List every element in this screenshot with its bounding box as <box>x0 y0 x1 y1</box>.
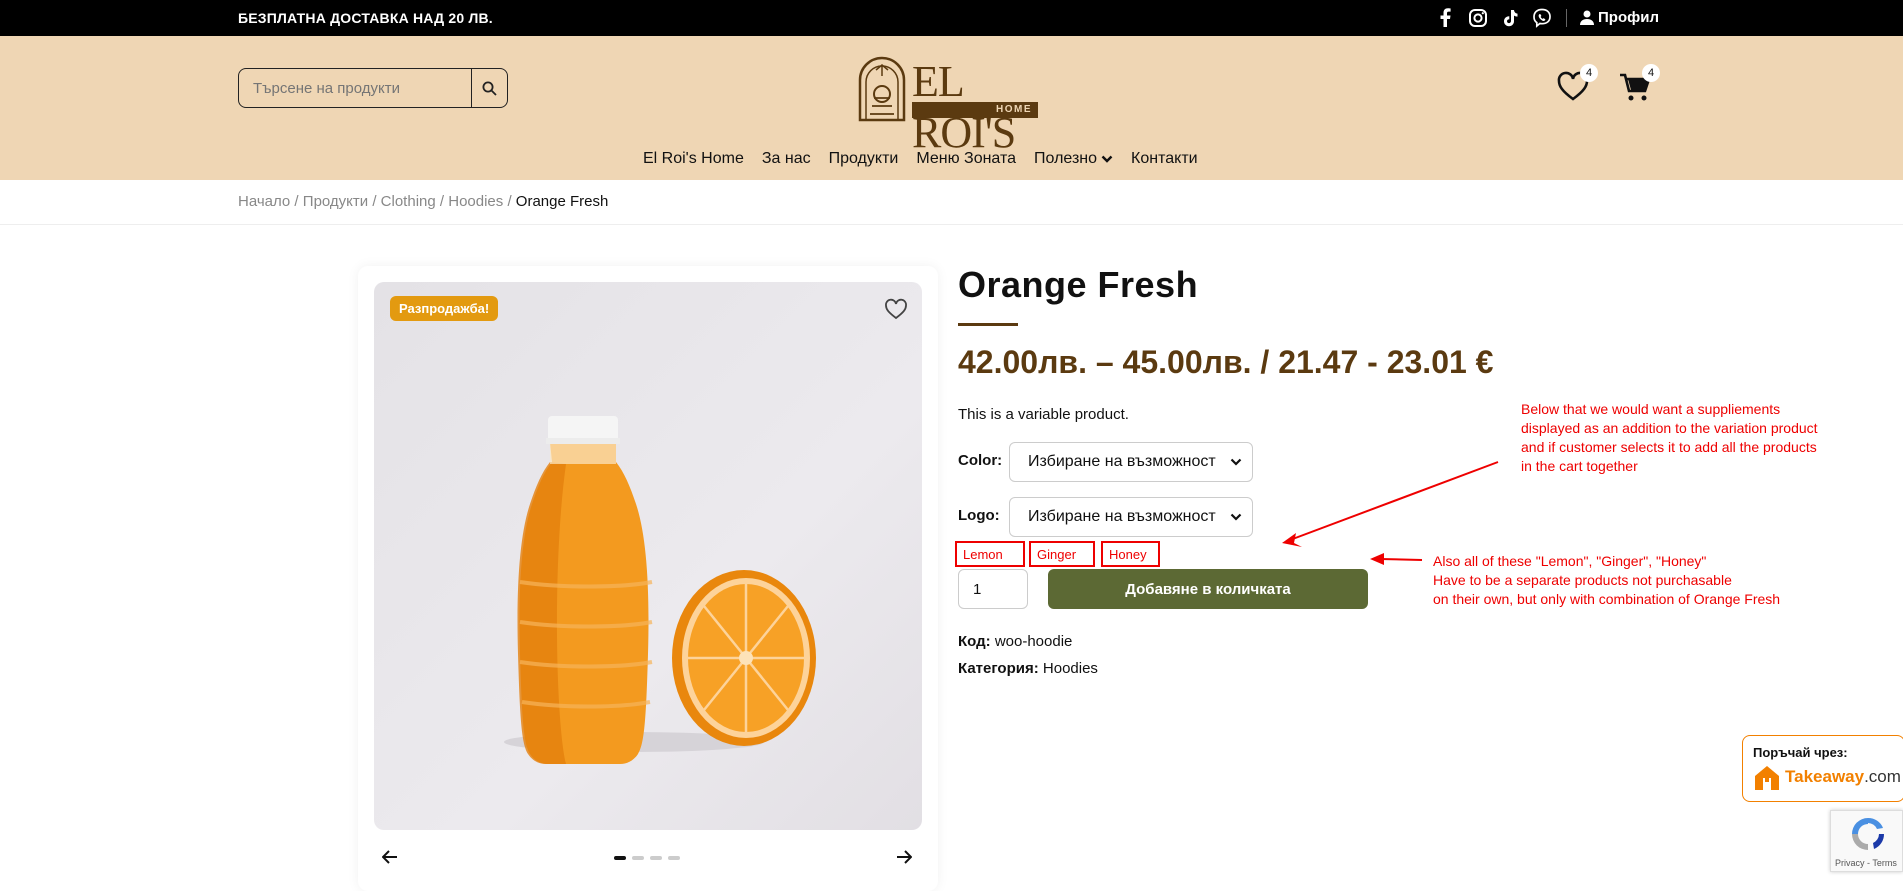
annotation-note-supplements: Below that we would want a suppliements … <box>1521 401 1818 474</box>
recaptcha-icon <box>1852 817 1885 850</box>
takeaway-brand-name: Takeaway <box>1785 767 1865 786</box>
takeaway-widget[interactable]: Поръчай чрез: Takeaway.com <box>1742 735 1903 802</box>
takeaway-brand-suffix: .com <box>1864 767 1901 786</box>
recaptcha-links[interactable]: Privacy - Terms <box>1835 858 1897 868</box>
takeaway-house-icon <box>1755 766 1779 790</box>
annotation-note-addons: Also all of these "Lemon", "Ginger", "Ho… <box>1433 553 1781 607</box>
takeaway-label: Поръчай чрез: <box>1753 745 1848 760</box>
recaptcha-badge[interactable]: Privacy - Terms <box>1830 810 1903 872</box>
takeaway-brand: Takeaway.com <box>1785 767 1901 787</box>
